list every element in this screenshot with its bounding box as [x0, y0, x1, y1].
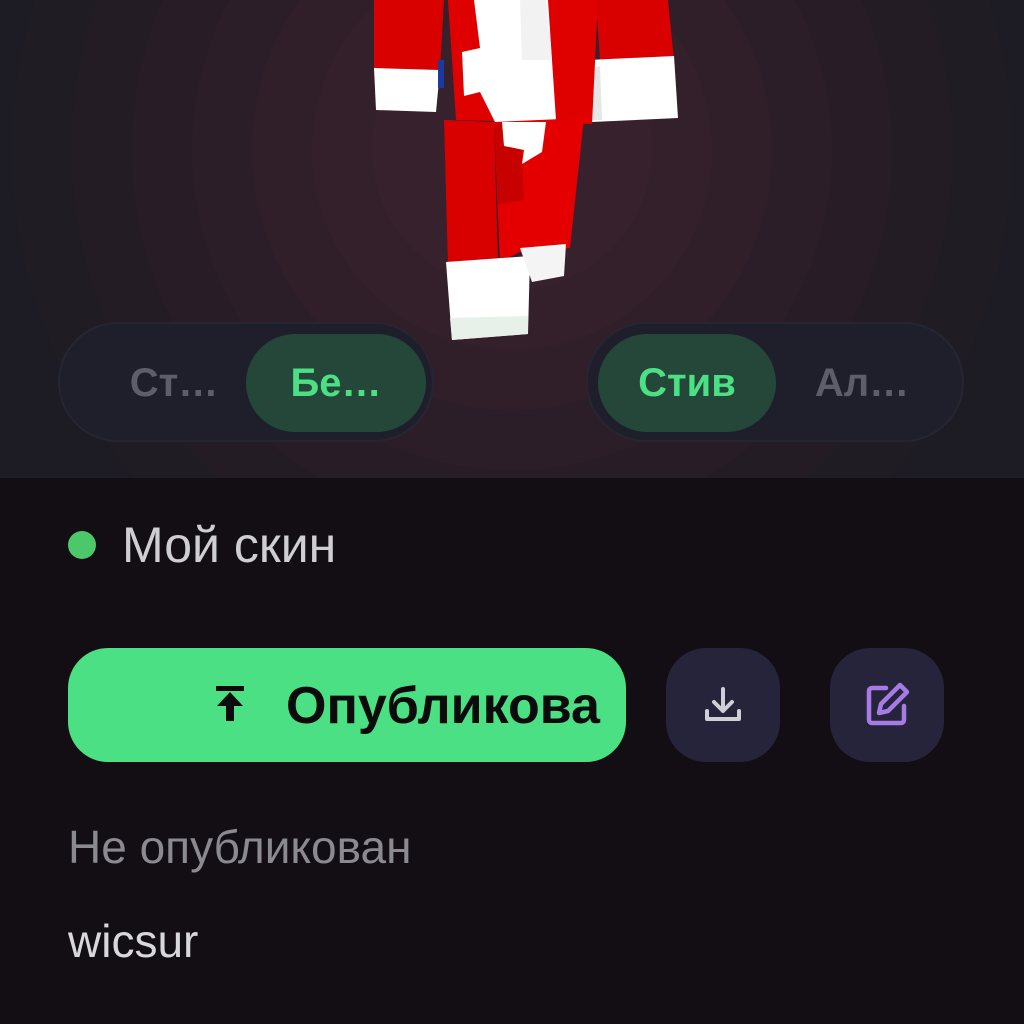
- status-dot: [68, 531, 96, 559]
- body-option-steve[interactable]: Стив: [598, 334, 776, 432]
- body-option-alex[interactable]: Ал…: [782, 334, 942, 432]
- download-icon: [705, 687, 741, 721]
- model-toggle: Ст… Бе…: [58, 322, 434, 442]
- body-type-toggle: Стив Ал…: [586, 322, 964, 442]
- edit-button[interactable]: [830, 648, 944, 762]
- edit-icon: [866, 682, 910, 726]
- download-button[interactable]: [666, 648, 780, 762]
- upload-to-top-icon: [216, 686, 244, 721]
- publish-status: Не опубликован: [68, 821, 412, 873]
- model-option-1[interactable]: Ст…: [100, 334, 248, 432]
- skin-title: Мой скин: [122, 517, 337, 573]
- publish-button[interactable]: Опубликова: [68, 648, 626, 762]
- model-option-2[interactable]: Бе…: [246, 334, 426, 432]
- username: wicsur: [68, 915, 199, 967]
- publish-label: Опубликова: [286, 677, 600, 735]
- skin-status: Мой скин: [68, 517, 336, 573]
